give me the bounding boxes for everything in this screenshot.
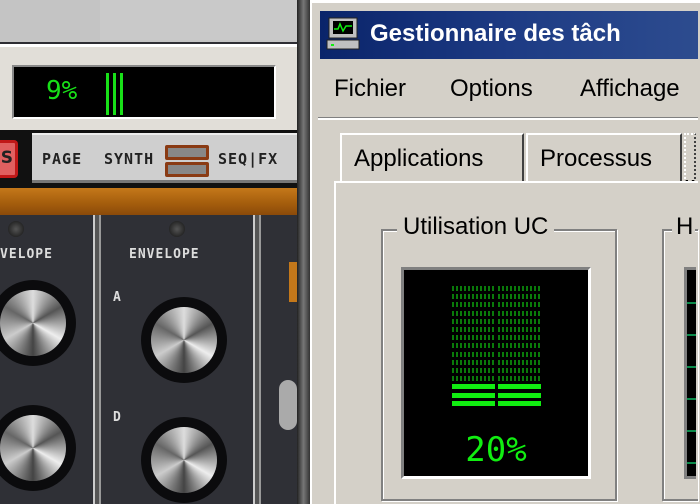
synth-label: SYNTH xyxy=(104,150,155,168)
cpu-meter-cell-lit xyxy=(452,384,495,390)
cpu-usage-group: Utilisation UC 20% xyxy=(381,213,617,501)
cpu-meter-cell-unlit xyxy=(498,359,541,365)
cpu-meter-cell-unlit xyxy=(452,294,495,300)
tab-performance[interactable] xyxy=(684,133,696,183)
envelope-panel-2: ENVELOPE A D xyxy=(101,215,253,504)
cpu-meter-cell-unlit xyxy=(452,302,495,308)
decay-knob[interactable] xyxy=(151,427,217,493)
history-group-label: H xyxy=(672,213,696,241)
rack-flip-icon[interactable] xyxy=(165,145,209,179)
cpu-history-group: H xyxy=(662,213,698,501)
cpu-meter-cell-unlit xyxy=(498,310,541,316)
cpu-meter-cell-unlit xyxy=(498,318,541,324)
menu-separator xyxy=(318,117,698,120)
screw-icon xyxy=(8,221,24,237)
menu-fichier[interactable]: Fichier xyxy=(334,75,406,103)
cpu-bar-graph xyxy=(452,286,544,416)
cpu-meter-cell-unlit xyxy=(452,376,495,382)
cpu-meter-cell-unlit xyxy=(452,368,495,373)
knob-label-a: A xyxy=(113,290,121,305)
cpu-meter-cell-unlit xyxy=(452,359,495,365)
seqfx-label: SEQ|FX xyxy=(218,150,279,168)
synth-cpu-lcd: 9% xyxy=(12,65,276,119)
page-switch-button[interactable]: PAGE SYNTH SEQ|FX xyxy=(32,133,297,183)
synth-cpu-panel: 9% xyxy=(0,44,297,130)
cpu-usage-text: 20% xyxy=(465,430,527,470)
cpu-meter-cell-unlit xyxy=(452,335,495,341)
cpu-meter-cell-unlit xyxy=(452,286,495,291)
cpu-meter-cell-unlit xyxy=(498,294,541,300)
cpu-group-label: Utilisation UC xyxy=(397,213,555,241)
title-bar[interactable]: Gestionnaire des tâch xyxy=(320,11,698,59)
synth-toolbar: S PAGE SYNTH SEQ|FX xyxy=(0,130,297,188)
panel-divider xyxy=(93,215,101,504)
cpu-meter-cell-lit xyxy=(498,392,541,398)
cpu-meter-cell-unlit xyxy=(452,318,495,324)
cpu-meter-bar xyxy=(106,73,109,115)
menu-bar: Fichier Options Affichage xyxy=(312,65,698,115)
synth-cpu-readout: 9% xyxy=(46,76,78,106)
cpu-meter-cell-unlit xyxy=(452,343,495,349)
cpu-meter-cell-unlit xyxy=(498,343,541,349)
performance-tab-panel: Utilisation UC 20% H xyxy=(334,181,698,504)
wood-strip xyxy=(0,188,297,215)
envelope-knob[interactable] xyxy=(0,290,66,356)
cpu-meter-cell-unlit xyxy=(452,310,495,316)
cpu-meter-cell-unlit xyxy=(498,368,541,373)
envelope-knob[interactable] xyxy=(0,415,66,481)
task-manager-window: Gestionnaire des tâch Fichier Options Af… xyxy=(310,0,700,504)
screw-icon xyxy=(169,221,185,237)
attack-knob[interactable] xyxy=(151,307,217,373)
window-edge xyxy=(297,0,310,504)
tab-applications[interactable]: Applications xyxy=(340,133,524,183)
tab-processus[interactable]: Processus xyxy=(526,133,682,183)
knob-label-d: D xyxy=(113,410,121,425)
cpu-meter-cell-unlit xyxy=(498,286,541,291)
page-label: PAGE xyxy=(42,150,83,168)
task-manager-icon xyxy=(326,17,360,50)
red-s-button[interactable]: S xyxy=(0,140,18,178)
cpu-meter-cell-unlit xyxy=(498,351,541,357)
synth-top-bar xyxy=(0,0,297,42)
window-title: Gestionnaire des tâch xyxy=(370,20,621,47)
cpu-meter-cell-lit xyxy=(498,384,541,390)
cpu-meter-bar xyxy=(113,73,116,115)
cpu-usage-meter: 20% xyxy=(401,267,591,479)
panel-title: ENVELOPE xyxy=(129,247,200,262)
cpu-meter-cell-unlit xyxy=(498,327,541,332)
toggle-switch[interactable] xyxy=(279,380,297,430)
menu-options[interactable]: Options xyxy=(450,75,533,103)
synth-side-panel xyxy=(261,215,297,504)
cpu-meter-cell-unlit xyxy=(452,351,495,357)
menu-affichage[interactable]: Affichage xyxy=(580,75,680,103)
top-bar-segment xyxy=(100,0,297,40)
cpu-meter-cell-unlit xyxy=(452,327,495,332)
cpu-meter-cell-unlit xyxy=(498,302,541,308)
cpu-meter-cell-lit xyxy=(452,392,495,398)
panel-title: VELOPE xyxy=(0,247,53,262)
cpu-meter-bar xyxy=(120,73,123,115)
envelope-panel-1: VELOPE xyxy=(0,215,92,504)
cpu-meter-cell-unlit xyxy=(498,335,541,341)
cpu-meter-cell-unlit xyxy=(498,376,541,382)
cpu-meter-cell-lit xyxy=(452,400,495,406)
panel-divider xyxy=(253,215,261,504)
cpu-meter-cell-lit xyxy=(498,400,541,406)
cpu-history-graph xyxy=(684,267,696,479)
wood-trim xyxy=(289,262,297,302)
